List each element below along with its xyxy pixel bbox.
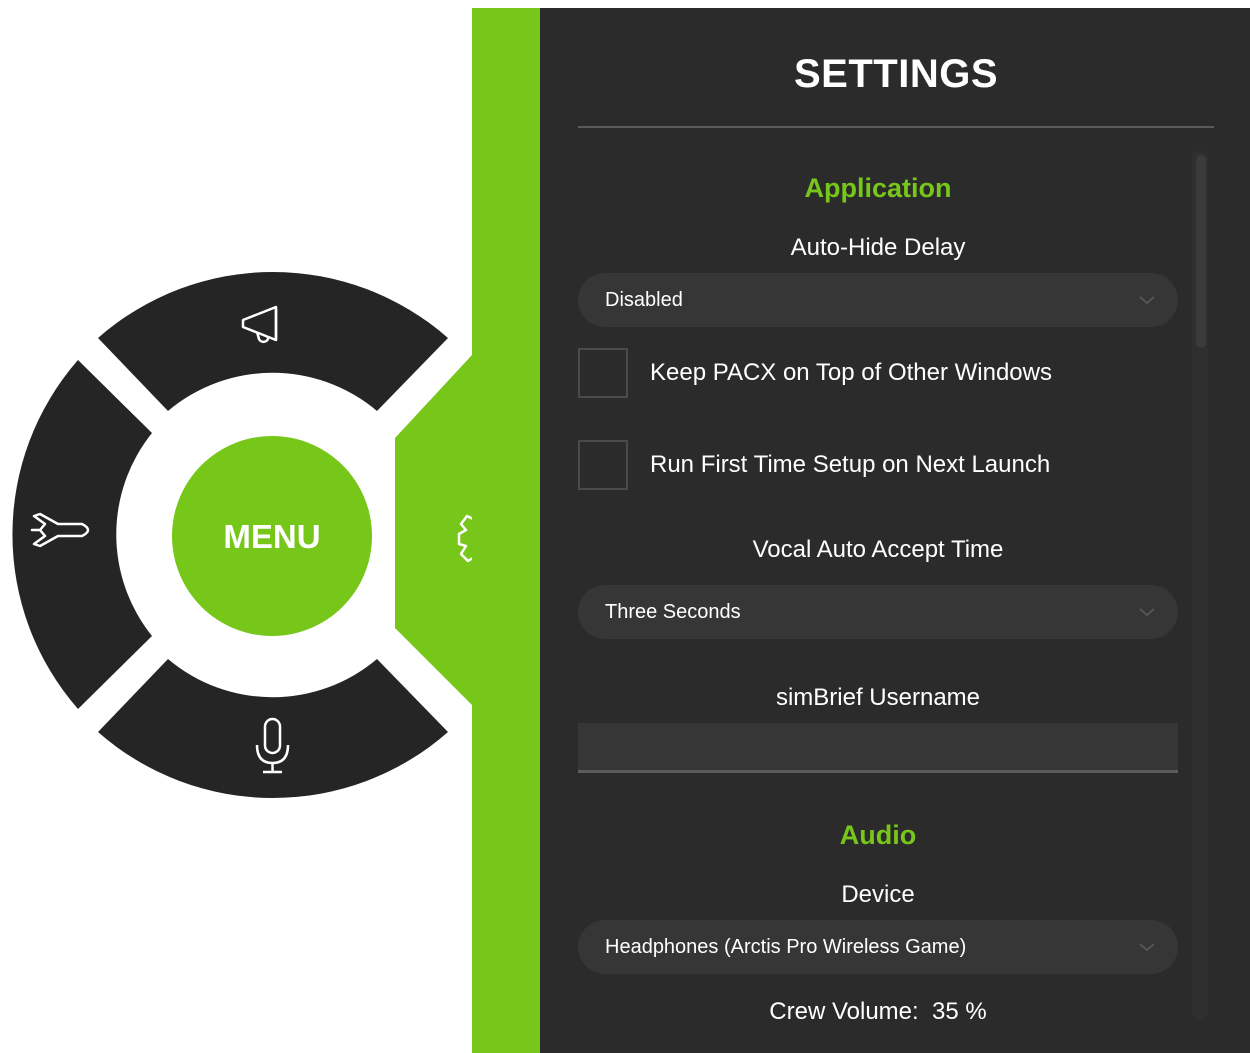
audio-device-value: Headphones (Arctis Pro Wireless Game) — [605, 935, 967, 958]
announcements-segment[interactable] — [98, 271, 448, 411]
vocal-accept-select[interactable]: Three Seconds — [578, 585, 1178, 639]
auto-hide-delay-value: Disabled — [605, 288, 683, 311]
first-time-setup-row: Run First Time Setup on Next Launch — [578, 438, 1178, 492]
device-label: Device — [841, 881, 915, 908]
radial-menu: MENU — [12, 271, 507, 799]
keep-on-top-checkbox[interactable] — [578, 348, 628, 398]
chevron-down-icon — [1139, 296, 1155, 305]
keep-on-top-label: Keep PACX on Top of Other Windows — [650, 359, 1052, 386]
settings-panel: SETTINGS Application Auto-Hide Delay Dis… — [540, 8, 1250, 1053]
settings-accent-strip — [472, 8, 540, 1053]
first-time-setup-checkbox[interactable] — [578, 440, 628, 490]
simbrief-label: simBrief Username — [775, 684, 981, 711]
chevron-down-icon — [1139, 943, 1155, 952]
auto-hide-delay-select[interactable]: Disabled — [578, 273, 1178, 327]
audio-device-select[interactable]: Headphones (Arctis Pro Wireless Game) — [578, 920, 1178, 974]
menu-button[interactable]: MENU — [172, 436, 372, 636]
vocal-accept-label: Vocal Auto Accept Time — [752, 536, 1004, 563]
vocal-accept-value: Three Seconds — [605, 600, 741, 623]
crew-volume-label: Crew Volume: 35 % — [769, 998, 987, 1025]
menu-button-label: MENU — [223, 518, 320, 555]
voice-segment[interactable] — [98, 659, 448, 799]
keep-on-top-row: Keep PACX on Top of Other Windows — [578, 346, 1178, 400]
title-divider — [578, 126, 1214, 128]
scrollbar-thumb[interactable] — [1196, 155, 1206, 348]
page-title: SETTINGS — [793, 52, 999, 96]
application-heading: Application — [804, 173, 952, 203]
first-time-setup-label: Run First Time Setup on Next Launch — [650, 451, 1051, 478]
audio-heading: Audio — [839, 820, 917, 850]
settings-segment[interactable] — [395, 355, 472, 705]
simbrief-username-input[interactable] — [578, 723, 1178, 773]
auto-hide-delay-label: Auto-Hide Delay — [790, 234, 966, 261]
chevron-down-icon — [1139, 608, 1155, 617]
